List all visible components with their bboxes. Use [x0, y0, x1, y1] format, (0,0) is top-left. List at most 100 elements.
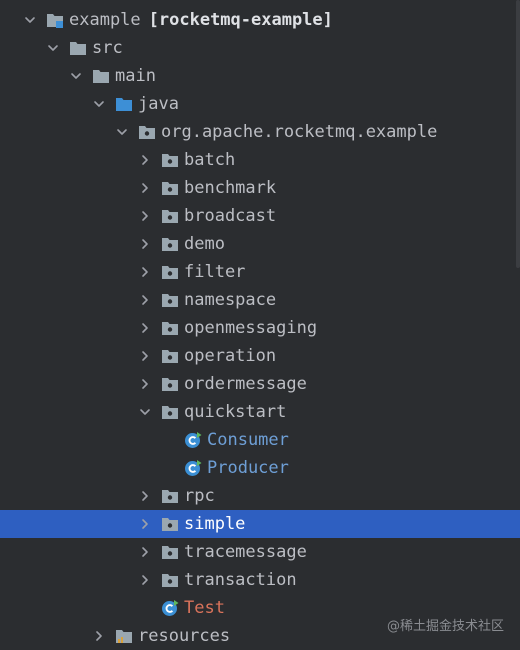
tree-node-java[interactable]: java — [0, 90, 520, 118]
tree-node-label: main — [115, 62, 156, 90]
tree-node-name: main — [115, 66, 156, 86]
package-icon — [161, 543, 179, 561]
chevron-right-icon[interactable] — [137, 286, 153, 314]
tree-node-src[interactable]: src — [0, 34, 520, 62]
tree-node-quickstart[interactable]: quickstart — [0, 398, 520, 426]
java-class-runnable-icon — [161, 599, 179, 617]
java-class-runnable-icon — [184, 459, 202, 477]
tree-node-name: Test — [184, 598, 225, 618]
tree-node-label: demo — [184, 230, 225, 258]
tree-node-label: example [rocketmq-example] — [69, 6, 333, 34]
package-icon — [161, 263, 179, 281]
tree-node-batch[interactable]: batch — [0, 146, 520, 174]
chevron-right-icon[interactable] — [137, 482, 153, 510]
tree-node-label: broadcast — [184, 202, 276, 230]
tree-node-simple[interactable]: simple — [0, 510, 520, 538]
vertical-scrollbar[interactable] — [516, 0, 520, 268]
tree-node-broadcast[interactable]: broadcast — [0, 202, 520, 230]
tree-node-label: Consumer — [207, 426, 289, 454]
chevron-right-icon[interactable] — [137, 174, 153, 202]
chevron-right-icon[interactable] — [91, 622, 107, 650]
tree-node-transaction[interactable]: transaction — [0, 566, 520, 594]
module-folder-icon — [46, 11, 64, 29]
project-tree[interactable]: example [rocketmq-example] src main java org.… — [0, 6, 520, 650]
tree-node-name: broadcast — [184, 206, 277, 226]
tree-node-consumer[interactable]: Consumer — [0, 426, 520, 454]
tree-node-name: Producer — [207, 458, 289, 478]
package-icon — [161, 179, 179, 197]
package-icon — [161, 235, 179, 253]
chevron-right-icon[interactable] — [137, 342, 153, 370]
tree-node-ordermessage[interactable]: ordermessage — [0, 370, 520, 398]
package-icon — [161, 403, 179, 421]
chevron-right-icon[interactable] — [137, 146, 153, 174]
package-icon — [161, 375, 179, 393]
tree-node-producer[interactable]: Producer — [0, 454, 520, 482]
tree-node-label: ordermessage — [184, 370, 307, 398]
folder-icon — [92, 67, 110, 85]
tree-node-label: src — [92, 34, 123, 62]
tree-node-label: Test — [184, 594, 225, 622]
chevron-right-icon[interactable] — [137, 566, 153, 594]
tree-node-label: operation — [184, 342, 276, 370]
tree-node-label: org.apache.rocketmq.example — [161, 118, 437, 146]
tree-node-name: filter — [184, 262, 246, 282]
tree-node-openmessaging[interactable]: openmessaging — [0, 314, 520, 342]
tree-node-demo[interactable]: demo — [0, 230, 520, 258]
tree-node-main[interactable]: main — [0, 62, 520, 90]
tree-node-label: resources — [138, 622, 230, 650]
chevron-down-icon[interactable] — [68, 62, 84, 90]
chevron-right-icon[interactable] — [137, 202, 153, 230]
package-icon — [161, 291, 179, 309]
tree-node-namespace[interactable]: namespace — [0, 286, 520, 314]
chevron-right-icon[interactable] — [137, 314, 153, 342]
package-icon — [161, 487, 179, 505]
package-icon — [161, 207, 179, 225]
tree-node-name: resources — [138, 626, 231, 646]
tree-node-name: simple — [184, 514, 246, 534]
chevron-right-icon[interactable] — [137, 230, 153, 258]
tree-node-name: example — [69, 10, 141, 30]
tree-node-benchmark[interactable]: benchmark — [0, 174, 520, 202]
tree-node-name: operation — [184, 346, 277, 366]
chevron-right-icon[interactable] — [137, 538, 153, 566]
chevron-right-icon[interactable] — [137, 510, 153, 538]
folder-icon — [69, 39, 87, 57]
tree-node-name: namespace — [184, 290, 277, 310]
tree-node-name: java — [138, 94, 179, 114]
tree-node-name: ordermessage — [184, 374, 307, 394]
chevron-right-icon[interactable] — [137, 370, 153, 398]
source-root-folder-icon — [115, 95, 133, 113]
tree-node-rpc[interactable]: rpc — [0, 482, 520, 510]
watermark: @稀土掘金技术社区 — [386, 619, 504, 634]
chevron-down-icon[interactable] — [91, 90, 107, 118]
tree-node-example[interactable]: example [rocketmq-example] — [0, 6, 520, 34]
tree-node-name: org.apache.rocketmq.example — [161, 122, 438, 142]
tree-node-label: namespace — [184, 286, 276, 314]
tree-node-label: tracemessage — [184, 538, 307, 566]
tree-node-filter[interactable]: filter — [0, 258, 520, 286]
tree-node-name: quickstart — [184, 402, 287, 422]
package-icon — [161, 571, 179, 589]
chevron-down-icon[interactable] — [114, 118, 130, 146]
tree-node-label: rpc — [184, 482, 215, 510]
tree-node-org-apache-rocketmq-example[interactable]: org.apache.rocketmq.example — [0, 118, 520, 146]
tree-node-name: rpc — [184, 486, 215, 506]
tree-node-label: benchmark — [184, 174, 276, 202]
tree-node-label: transaction — [184, 566, 297, 594]
tree-node-name: transaction — [184, 570, 297, 590]
tree-node-name: tracemessage — [184, 542, 307, 562]
tree-node-label: simple — [184, 510, 245, 538]
tree-node-operation[interactable]: operation — [0, 342, 520, 370]
tree-node-tracemessage[interactable]: tracemessage — [0, 538, 520, 566]
package-icon — [161, 347, 179, 365]
tree-node-name: openmessaging — [184, 318, 318, 338]
chevron-down-icon[interactable] — [137, 398, 153, 426]
package-icon — [161, 151, 179, 169]
chevron-down-icon[interactable] — [22, 6, 38, 34]
tree-node-name: batch — [184, 150, 236, 170]
chevron-right-icon[interactable] — [137, 258, 153, 286]
tree-node-label: quickstart — [184, 398, 286, 426]
chevron-down-icon[interactable] — [45, 34, 61, 62]
tree-node-label: filter — [184, 258, 245, 286]
